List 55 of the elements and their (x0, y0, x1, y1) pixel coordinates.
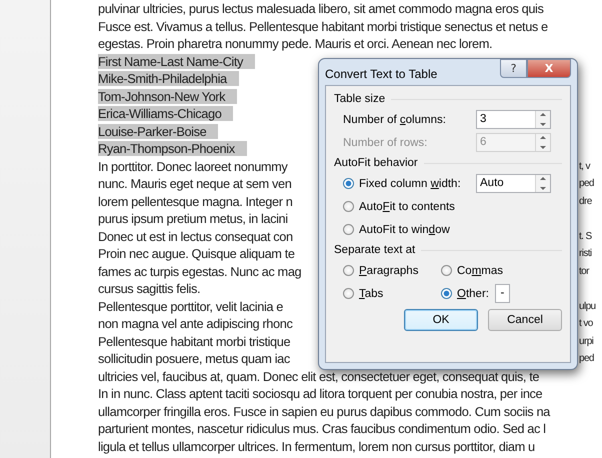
document-text: cursus sagittis felis. (98, 281, 202, 296)
document-text: t. S (579, 230, 592, 244)
radio-option[interactable]: Commas (441, 264, 504, 276)
document-text: t vo (579, 317, 593, 331)
document-text: non magna vel ante adipiscing rhonc (98, 316, 294, 331)
document-text: Tom-Johnson-New York (98, 88, 238, 104)
document-text: ulpu (579, 300, 596, 314)
radio-option[interactable]: Tabs (343, 288, 384, 300)
document-text: Pellentesque habitant morbi tristique (98, 334, 292, 348)
document-text: dre (579, 194, 592, 208)
document-text: urpi (579, 334, 594, 348)
help-button[interactable]: ? (500, 59, 527, 78)
document-text: ullamcorper fringilla eros. Fusce in sapien eu purus dapibus commodo. Cum sociis na (98, 404, 552, 418)
document-text: Ryan-Thompson-Phoenix (98, 141, 247, 156)
section-heading: AutoFit behavior (334, 157, 418, 169)
field-label: Number of columns: (343, 114, 446, 126)
dialog-title: Convert Text to Table (325, 67, 438, 81)
document-text: ped (579, 352, 594, 366)
radio-option[interactable]: AutoFit to contents (343, 200, 455, 212)
document-text: purus ipsum pretium metus, in lacini (98, 211, 289, 226)
document-text: Proin nec augue. Quisque aliquam te (98, 246, 296, 261)
document-text: Pellentesque porttitor, velit lacinia e (98, 298, 284, 314)
document-text: ligula et tellus ullamcorper ultrices. In fermentum, lorem non cursus porttitor, diam u (98, 438, 536, 454)
document-text: parturient montes, nascetur ridiculus mus. Cras faucibus condimentum odio. Sed ac l (98, 421, 547, 436)
document-text: Fusce est. Vivamus a tellus. Pellentesque habitant morbi tristique senectus et netus e (98, 18, 549, 34)
ok-button[interactable]: OK (404, 309, 478, 331)
field-label: Number of rows: (343, 136, 428, 148)
number-field[interactable]: 3 (476, 110, 551, 129)
cancel-button[interactable]: Cancel (488, 309, 562, 331)
document-text: egestas. Proin pharetra nonummy pede. Mauris et orci. Aenean nec lorem. (98, 36, 494, 51)
document-text: ped (579, 177, 594, 191)
document-text: t, v (579, 160, 590, 174)
section-heading: Separate text at (334, 244, 416, 256)
document-text: sollicitudin posuere, metus quam iac (98, 351, 291, 366)
document-text: fames ac turpis egestas. Nunc ac mag (98, 264, 302, 278)
document-text: risti (579, 247, 592, 261)
document-text: First Name-Last Name-City (98, 54, 256, 68)
document-text: nunc. Mauris eget neque at sem ven (98, 176, 292, 191)
document-text: Louise-Parker-Boise (98, 124, 218, 138)
section-heading: Table size (334, 93, 386, 105)
radio-option[interactable]: Fixed column width: (343, 178, 461, 190)
document-text: In in nunc. Class aptent taciti sociosqu ad litora torquent per conubia nostra, per ince (98, 386, 544, 401)
document-text: Donec ut est in lectus consequat con (98, 228, 294, 244)
radio-option[interactable]: Other: (441, 288, 489, 300)
document-text: tor (579, 264, 589, 278)
radio-option[interactable]: AutoFit to window (343, 224, 450, 236)
separator-field[interactable]: - (494, 284, 510, 303)
document-text: Mike-Smith-Philadelphia (98, 71, 239, 86)
radio-option[interactable]: Paragraphs (343, 264, 418, 276)
document-text: ultricies vel, faucibus at, quam. Donec elit est, consectetuer eget, consequat quis, te (98, 368, 540, 384)
document-text: Erica-Williams-Chicago (98, 106, 234, 121)
document-text: In porttitor. Donec laoreet nonummy (98, 158, 289, 174)
document-text: pulvinar ultricies, purus lectus malesuada libero, sit amet commodo magna eros quis (98, 1, 544, 16)
document-text: lorem pellentesque magna. Integer n (98, 194, 294, 208)
width-field[interactable]: Auto (476, 174, 551, 193)
